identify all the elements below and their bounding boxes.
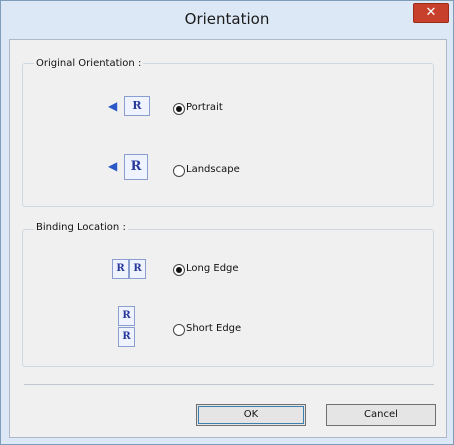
original-orientation-group [22,63,434,207]
title-bar[interactable]: Orientation ✕ [1,1,453,39]
radio-button-checked[interactable] [173,264,185,276]
radio-label-landscape: Landscape [186,164,240,175]
page-letter: R [130,159,142,174]
arrow-left-icon: ◀ [108,99,118,113]
dialog-content: Original Orientation : ◀ R Portrait ◀ R … [9,39,447,438]
page-icon: R [124,96,150,116]
radio-label-portrait: Portrait [186,102,223,113]
page-letter: R [132,99,142,112]
radio-button-unchecked[interactable] [173,165,185,177]
divider [24,384,434,385]
page-icon: R [124,154,148,180]
binding-location-label: Binding Location : [34,222,128,233]
portrait-orientation-icon: ◀ R [106,96,150,118]
page-icon: R [129,259,146,279]
page-letter: R [122,310,131,321]
page-icon: R [112,259,129,279]
original-orientation-label: Original Orientation : [34,58,144,69]
page-letter: R [133,263,142,274]
page-icon: R [118,327,135,347]
page-letter: R [122,331,131,342]
cancel-button[interactable]: Cancel [326,404,436,426]
binding-location-group [22,229,434,367]
dialog-title: Orientation [184,10,270,28]
orientation-dialog: Orientation ✕ Original Orientation : ◀ R… [0,0,454,445]
ok-button[interactable]: OK [196,404,306,426]
page-icon: R [118,306,135,326]
radio-button-checked[interactable] [173,103,185,115]
long-edge-binding-icon: R R [112,259,148,279]
radio-label-long-edge: Long Edge [186,263,239,274]
arrow-left-icon: ◀ [108,159,118,173]
short-edge-binding-icon: R R [118,306,138,348]
radio-label-short-edge: Short Edge [186,323,242,334]
close-button[interactable]: ✕ [413,3,449,23]
page-letter: R [116,263,125,274]
landscape-orientation-icon: ◀ R [106,154,150,180]
radio-button-unchecked[interactable] [173,324,185,336]
